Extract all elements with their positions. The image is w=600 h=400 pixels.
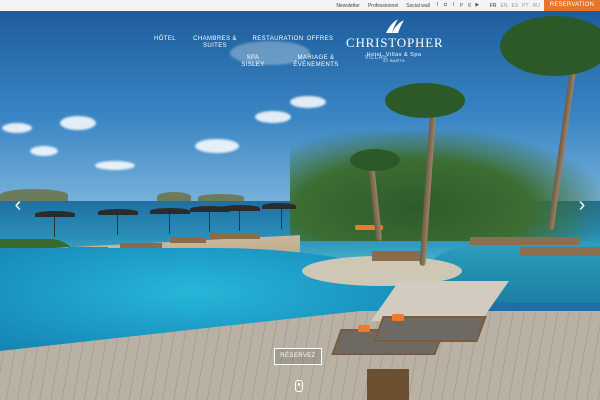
palm-tree: [500, 16, 600, 76]
sun-lounger: [373, 316, 487, 342]
logo-place: ST BARTH: [383, 59, 405, 63]
youtube-icon[interactable]: ▶: [475, 3, 480, 8]
lang-en[interactable]: EN: [501, 3, 508, 9]
palm-tree: [350, 149, 400, 171]
next-slide-arrow-icon[interactable]: ›: [575, 195, 589, 217]
palm-tree: [385, 83, 465, 118]
nav-wedding-events[interactable]: MARIAGE & ÉVÉNEMENTS: [290, 55, 342, 69]
parasol: [262, 203, 296, 229]
parasol: [220, 205, 260, 231]
prev-slide-arrow-icon[interactable]: ‹: [11, 195, 25, 217]
professional-link[interactable]: Professionnel: [368, 3, 398, 9]
cloud: [60, 116, 96, 130]
cloud: [2, 123, 32, 133]
facebook-icon[interactable]: f: [435, 3, 440, 8]
sun-lounger: [210, 233, 260, 239]
nav-events-label: ÉVÉNEMENTS: [293, 62, 339, 68]
nav-offers-label: OFFRES: [306, 36, 334, 42]
lang-es[interactable]: ES: [511, 3, 518, 9]
reservation-button[interactable]: RESERVATION: [543, 0, 600, 11]
lang-fr[interactable]: FR: [490, 3, 497, 9]
language-switcher: FR EN ES PT RU: [486, 3, 540, 9]
sun-lounger: [170, 237, 206, 243]
hero-reserve-button[interactable]: RÉSERVEZ: [274, 348, 322, 365]
cloud: [255, 111, 291, 123]
nav-suites-label: SUITES: [202, 43, 228, 49]
lang-pt[interactable]: PT: [522, 3, 528, 9]
nav-offers[interactable]: OFFRES: [305, 36, 335, 43]
side-table: [367, 369, 409, 400]
cushion: [392, 314, 404, 321]
parasol: [98, 209, 138, 235]
parasol: [35, 211, 75, 237]
nav-restaurant-label: RESTAURATION: [252, 36, 304, 42]
sail-logo-icon: [386, 19, 404, 33]
nav-hotel[interactable]: HÔTEL: [150, 36, 180, 43]
pinterest-icon[interactable]: p: [459, 3, 464, 8]
hotel-logo[interactable]: CHRISTOPHER Hotel, Villas & Spa ST BARTH: [346, 18, 444, 63]
logo-name: CHRISTOPHER: [346, 35, 444, 50]
google-plus-icon[interactable]: g: [467, 3, 472, 8]
instagram-icon[interactable]: ◘: [443, 3, 448, 8]
nav-restaurant[interactable]: RESTAURATION: [252, 36, 304, 43]
nav-sisley-label: SISLEY: [241, 62, 265, 68]
social-wall-link[interactable]: Social wall: [406, 3, 430, 9]
lang-ru[interactable]: RU: [533, 3, 540, 9]
top-utility-bar: Newsletter Professionnel Social wall f ◘…: [0, 0, 600, 11]
nav-hotel-label: HÔTEL: [153, 36, 176, 42]
cushion: [358, 325, 370, 332]
twitter-icon[interactable]: t: [451, 3, 456, 8]
newsletter-link[interactable]: Newsletter: [336, 3, 360, 9]
nav-spa-sisley[interactable]: SPA SISLEY: [238, 55, 268, 69]
cloud: [290, 96, 326, 108]
scroll-down-mouse-icon[interactable]: [295, 380, 303, 392]
sun-lounger: [470, 237, 580, 245]
parasol: [150, 208, 190, 234]
cloud: [30, 146, 58, 156]
nav-rooms-label: CHAMBRES &: [193, 36, 237, 42]
sun-lounger: [520, 247, 600, 256]
cloud: [95, 161, 135, 170]
island: [157, 192, 191, 201]
cloud: [195, 139, 239, 153]
island: [198, 194, 244, 201]
hero-slideshow: [0, 11, 600, 400]
social-icons: f ◘ t p g ▶: [432, 3, 480, 8]
nav-spa-label: SPA: [246, 55, 260, 61]
sun-lounger: [372, 251, 420, 261]
nav-rooms-suites[interactable]: CHAMBRES & SUITES: [190, 36, 240, 50]
logo-subtitle: Hotel, Villas & Spa: [366, 52, 422, 58]
nav-wedding-label: MARIAGE &: [297, 55, 335, 61]
